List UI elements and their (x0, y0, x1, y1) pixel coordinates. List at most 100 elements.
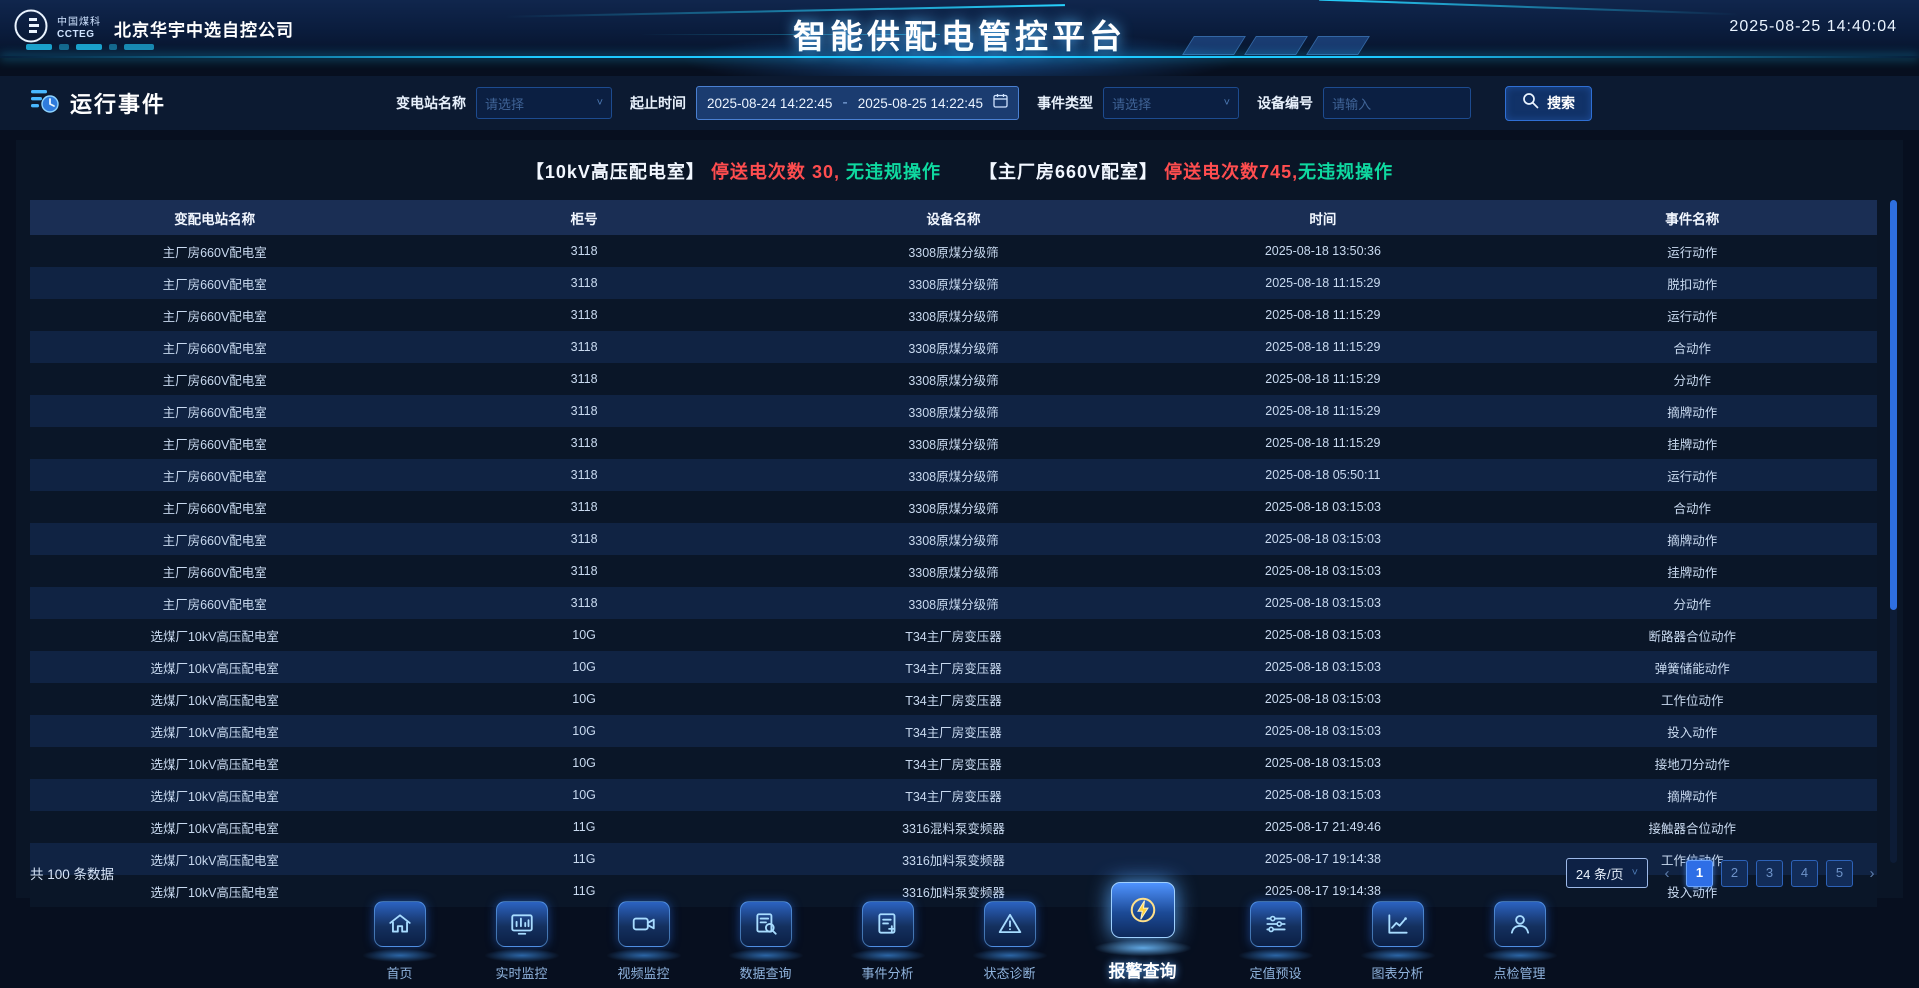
nav-pedestal-glow (485, 949, 559, 962)
table-cell: 2025-08-18 11:15:29 (1138, 299, 1507, 331)
table-cell: 工作位动作 (1508, 683, 1877, 715)
status-diagnosis-icon (984, 901, 1036, 947)
table-row[interactable]: 主厂房660V配电室31183308原煤分级筛2025-08-18 03:15:… (30, 491, 1877, 523)
scrollbar-thumb[interactable] (1890, 200, 1897, 610)
table-row[interactable]: 主厂房660V配电室31183308原煤分级筛2025-08-18 11:15:… (30, 427, 1877, 459)
page-button-5[interactable]: 5 (1826, 860, 1853, 887)
table-cell: 主厂房660V配电室 (30, 331, 399, 363)
table-cell: 主厂房660V配电室 (30, 395, 399, 427)
search-button-label: 搜索 (1547, 93, 1575, 113)
nav-item-6[interactable]: 状态诊断 (966, 901, 1054, 982)
table-row[interactable]: 主厂房660V配电室31183308原煤分级筛2025-08-18 05:50:… (30, 459, 1877, 491)
table-row[interactable]: 主厂房660V配电室31183308原煤分级筛2025-08-18 03:15:… (30, 587, 1877, 619)
station-name-select[interactable]: 请选择 ˅ (476, 87, 612, 119)
table-cell: 2025-08-18 03:15:03 (1138, 715, 1507, 747)
table-cell: 10G (399, 779, 768, 811)
table-row[interactable]: 主厂房660V配电室31183308原煤分级筛2025-08-18 11:15:… (30, 267, 1877, 299)
nav-item-7[interactable]: 报警查询 (1088, 882, 1198, 982)
nav-item-8[interactable]: 定值预设 (1232, 901, 1320, 982)
page-size-select[interactable]: 24 条/页 ˅ (1566, 858, 1648, 888)
nav-item-4[interactable]: 数据查询 (722, 901, 810, 982)
table-cell: 3308原煤分级筛 (769, 555, 1138, 587)
table-cell: 3118 (399, 459, 768, 491)
nav-item-3[interactable]: 视频监控 (600, 901, 688, 982)
table-cell: 2025-08-18 11:15:29 (1138, 395, 1507, 427)
time-end-value[interactable]: 2025-08-25 14:22:45 (858, 96, 983, 111)
home-icon (374, 901, 426, 947)
video-monitor-icon (618, 901, 670, 947)
table-cell: 挂牌动作 (1508, 555, 1877, 587)
table-row[interactable]: 主厂房660V配电室31183308原煤分级筛2025-08-18 11:15:… (30, 363, 1877, 395)
table-row[interactable]: 主厂房660V配电室31183308原煤分级筛2025-08-18 03:15:… (30, 523, 1877, 555)
table-scrollbar[interactable] (1890, 200, 1897, 863)
table-row[interactable]: 主厂房660V配电室31183308原煤分级筛2025-08-18 11:15:… (30, 331, 1877, 363)
time-start-value[interactable]: 2025-08-24 14:22:45 (707, 96, 832, 111)
table-row[interactable]: 主厂房660V配电室31183308原煤分级筛2025-08-18 13:50:… (30, 235, 1877, 267)
table-cell: 2025-08-18 03:15:03 (1138, 523, 1507, 555)
nav-item-label: 定值预设 (1249, 963, 1301, 982)
search-icon (1522, 92, 1539, 114)
table-cell: 选煤厂10kV高压配电室 (30, 715, 399, 747)
table-cell: 3118 (399, 299, 768, 331)
summary-seg2-title: 【主厂房660V配室】 (979, 162, 1158, 182)
table-cell: 接触器合位动作 (1508, 811, 1877, 843)
page-button-4[interactable]: 4 (1791, 860, 1818, 887)
table-cell: 摘牌动作 (1508, 395, 1877, 427)
table-row[interactable]: 选煤厂10kV高压配电室10GT34主厂房变压器2025-08-18 03:15… (30, 619, 1877, 651)
chevron-down-icon: ˅ (1632, 867, 1638, 879)
table-cell: 2025-08-18 11:15:29 (1138, 331, 1507, 363)
table-cell: 2025-08-18 03:15:03 (1138, 587, 1507, 619)
prev-page-button[interactable]: ‹ (1656, 865, 1678, 882)
table-cell: 2025-08-18 03:15:03 (1138, 491, 1507, 523)
device-no-input[interactable]: 请输入 (1323, 87, 1471, 119)
time-range-picker[interactable]: 2025-08-24 14:22:45 - 2025-08-25 14:22:4… (696, 86, 1019, 120)
table-cell: 摘牌动作 (1508, 523, 1877, 555)
table-cell: 运行动作 (1508, 235, 1877, 267)
table-row[interactable]: 主厂房660V配电室31183308原煤分级筛2025-08-18 03:15:… (30, 555, 1877, 587)
table-row[interactable]: 主厂房660V配电室31183308原煤分级筛2025-08-18 11:15:… (30, 299, 1877, 331)
table-cell: 2025-08-17 21:49:46 (1138, 811, 1507, 843)
header-deco-parallelograms (1188, 36, 1364, 55)
page-button-3[interactable]: 3 (1756, 860, 1783, 887)
summary-seg2-count: 停送电次数745, (1164, 162, 1298, 182)
event-type-label: 事件类型 (1037, 93, 1093, 113)
table-cell: 选煤厂10kV高压配电室 (30, 811, 399, 843)
logo-text: 中国煤科 CCTEG (57, 18, 101, 40)
table-cell: 3308原煤分级筛 (769, 491, 1138, 523)
inspection-management-icon (1494, 901, 1546, 947)
search-button[interactable]: 搜索 (1505, 86, 1592, 121)
table-row[interactable]: 选煤厂10kV高压配电室11G3316混料泵变频器2025-08-17 21:4… (30, 811, 1877, 843)
table-cell: 选煤厂10kV高压配电室 (30, 747, 399, 779)
table-cell: 弹簧储能动作 (1508, 651, 1877, 683)
table-row[interactable]: 选煤厂10kV高压配电室10GT34主厂房变压器2025-08-18 03:15… (30, 779, 1877, 811)
table-cell: 运行动作 (1508, 459, 1877, 491)
chevron-down-icon: ˅ (1224, 97, 1230, 109)
event-type-placeholder: 请选择 (1112, 94, 1151, 113)
table-cell: 合动作 (1508, 491, 1877, 523)
table-row[interactable]: 选煤厂10kV高压配电室10GT34主厂房变压器2025-08-18 03:15… (30, 715, 1877, 747)
table-row[interactable]: 选煤厂10kV高压配电室10GT34主厂房变压器2025-08-18 03:15… (30, 747, 1877, 779)
table-cell: 3308原煤分级筛 (769, 363, 1138, 395)
table-cell: 主厂房660V配电室 (30, 235, 399, 267)
table-cell: 合动作 (1508, 331, 1877, 363)
page-button-2[interactable]: 2 (1721, 860, 1748, 887)
nav-item-5[interactable]: 事件分析 (844, 901, 932, 982)
ccteg-logo-icon (14, 9, 48, 48)
event-type-select[interactable]: 请选择 ˅ (1103, 87, 1239, 119)
nav-item-1[interactable]: 首页 (356, 901, 444, 982)
table-row[interactable]: 选煤厂10kV高压配电室10GT34主厂房变压器2025-08-18 03:15… (30, 651, 1877, 683)
nav-pedestal-glow (729, 949, 803, 962)
nav-item-10[interactable]: 点检管理 (1476, 901, 1564, 982)
panel-footer: 共 100 条数据 24 条/页 ˅ ‹ 12345 › (30, 856, 1883, 890)
page-button-1[interactable]: 1 (1686, 860, 1713, 887)
table-row[interactable]: 选煤厂10kV高压配电室10GT34主厂房变压器2025-08-18 03:15… (30, 683, 1877, 715)
nav-item-2[interactable]: 实时监控 (478, 901, 566, 982)
table-cell: 3118 (399, 267, 768, 299)
calendar-icon[interactable] (993, 93, 1008, 113)
table-row[interactable]: 主厂房660V配电室31183308原煤分级筛2025-08-18 11:15:… (30, 395, 1877, 427)
next-page-button[interactable]: › (1861, 865, 1883, 882)
table-column-header: 柜号 (399, 200, 768, 235)
table-cell: 3118 (399, 523, 768, 555)
pagination: 24 条/页 ˅ ‹ 12345 › (1566, 858, 1883, 888)
nav-item-9[interactable]: 图表分析 (1354, 901, 1442, 982)
